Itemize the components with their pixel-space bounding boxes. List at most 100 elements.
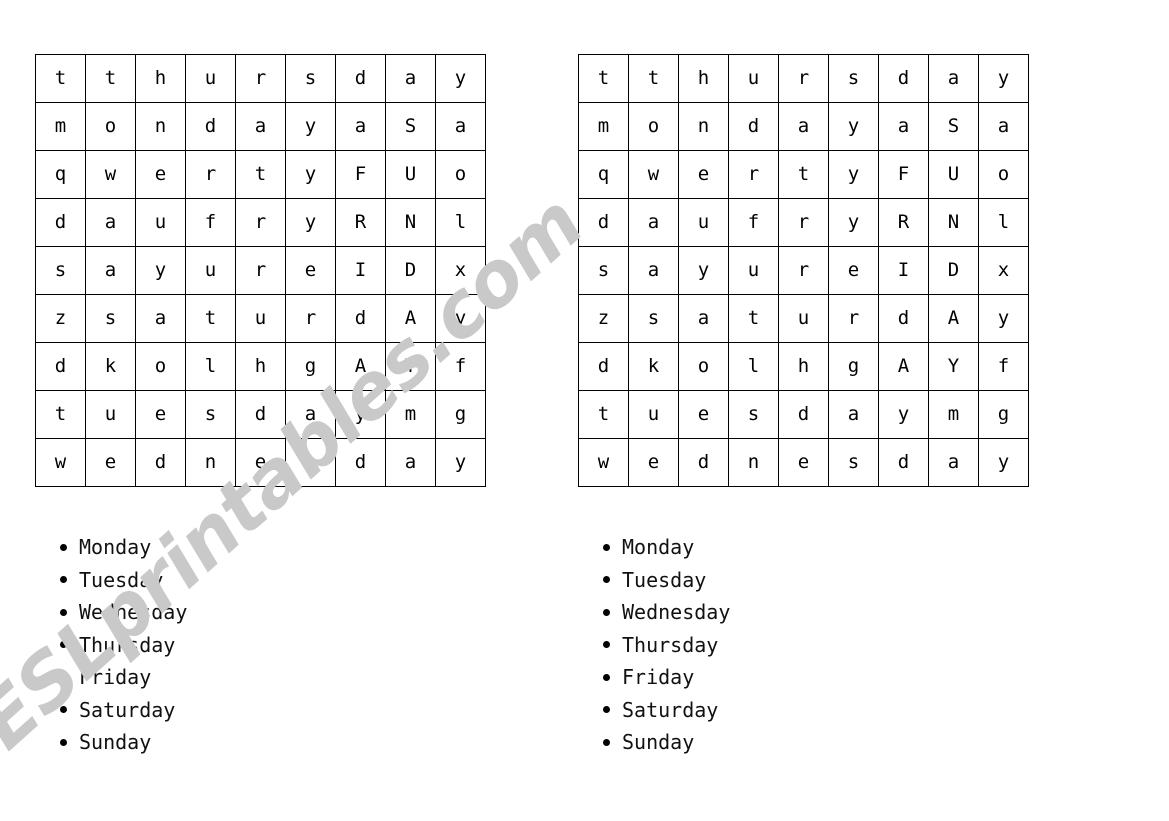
grid-cell[interactable]: a [928, 438, 979, 487]
grid-cell[interactable]: l [185, 342, 236, 391]
grid-cell[interactable]: k [85, 342, 136, 391]
grid-cell[interactable]: N [385, 198, 436, 247]
grid-cell[interactable]: h [235, 342, 286, 391]
grid-cell[interactable]: d [578, 342, 629, 391]
grid-cell[interactable]: y [978, 438, 1029, 487]
grid-cell[interactable]: e [678, 150, 729, 199]
grid-cell[interactable]: w [628, 150, 679, 199]
grid-cell[interactable]: A [878, 342, 929, 391]
grid-cell[interactable]: d [335, 438, 386, 487]
grid-cell[interactable]: a [928, 54, 979, 103]
grid-cell[interactable]: y [978, 294, 1029, 343]
grid-cell[interactable]: r [778, 54, 829, 103]
grid-cell[interactable]: f [978, 342, 1029, 391]
grid-cell[interactable]: g [828, 342, 879, 391]
grid-cell[interactable]: a [135, 294, 186, 343]
grid-cell[interactable]: I [878, 246, 929, 295]
grid-cell[interactable]: a [435, 102, 486, 151]
grid-cell[interactable]: z [35, 294, 86, 343]
grid-cell[interactable]: D [928, 246, 979, 295]
grid-cell[interactable]: a [235, 102, 286, 151]
grid-cell[interactable]: s [578, 246, 629, 295]
grid-cell[interactable]: q [35, 150, 86, 199]
grid-cell[interactable]: N [928, 198, 979, 247]
grid-cell[interactable]: y [828, 198, 879, 247]
grid-cell[interactable]: Y [928, 342, 979, 391]
grid-cell[interactable]: a [385, 54, 436, 103]
grid-cell[interactable]: e [828, 246, 879, 295]
grid-cell[interactable]: n [135, 102, 186, 151]
grid-cell[interactable]: e [678, 390, 729, 439]
grid-cell[interactable]: u [628, 390, 679, 439]
grid-cell[interactable]: A [385, 294, 436, 343]
grid-cell[interactable]: n [185, 438, 236, 487]
grid-cell[interactable]: y [285, 198, 336, 247]
grid-cell[interactable]: m [928, 390, 979, 439]
grid-cell[interactable]: u [778, 294, 829, 343]
grid-cell[interactable]: z [578, 294, 629, 343]
grid-cell[interactable]: m [578, 102, 629, 151]
grid-cell[interactable]: t [185, 294, 236, 343]
grid-cell[interactable]: d [335, 294, 386, 343]
grid-cell[interactable]: a [385, 438, 436, 487]
grid-cell[interactable]: A [928, 294, 979, 343]
grid-cell[interactable]: s [828, 438, 879, 487]
grid-cell[interactable]: R [878, 198, 929, 247]
grid-cell[interactable]: r [828, 294, 879, 343]
grid-cell[interactable]: a [85, 198, 136, 247]
grid-cell[interactable]: r [285, 294, 336, 343]
grid-cell[interactable]: f [435, 342, 486, 391]
grid-cell[interactable]: t [235, 150, 286, 199]
grid-cell[interactable]: y [878, 390, 929, 439]
grid-cell[interactable]: d [35, 198, 86, 247]
grid-cell[interactable]: d [335, 54, 386, 103]
grid-cell[interactable]: x [435, 246, 486, 295]
grid-cell[interactable]: d [678, 438, 729, 487]
grid-cell[interactable]: d [185, 102, 236, 151]
grid-cell[interactable]: A [335, 342, 386, 391]
grid-cell[interactable]: t [35, 54, 86, 103]
grid-cell[interactable]: g [435, 390, 486, 439]
grid-cell[interactable]: Y [385, 342, 436, 391]
grid-cell[interactable]: a [878, 102, 929, 151]
grid-cell[interactable]: n [678, 102, 729, 151]
grid-cell[interactable]: d [35, 342, 86, 391]
grid-cell[interactable]: l [978, 198, 1029, 247]
grid-cell[interactable]: o [678, 342, 729, 391]
grid-cell[interactable]: o [978, 150, 1029, 199]
grid-cell[interactable]: e [778, 438, 829, 487]
grid-cell[interactable]: a [978, 102, 1029, 151]
grid-cell[interactable]: o [435, 150, 486, 199]
grid-cell[interactable]: y [435, 438, 486, 487]
grid-cell[interactable]: s [85, 294, 136, 343]
grid-cell[interactable]: t [35, 390, 86, 439]
grid-cell[interactable]: r [778, 246, 829, 295]
grid-cell[interactable]: f [185, 198, 236, 247]
grid-cell[interactable]: t [778, 150, 829, 199]
grid-cell[interactable]: o [85, 102, 136, 151]
grid-cell[interactable]: u [185, 54, 236, 103]
grid-cell[interactable]: l [435, 198, 486, 247]
grid-cell[interactable]: e [85, 438, 136, 487]
grid-cell[interactable]: e [235, 438, 286, 487]
grid-cell[interactable]: h [135, 54, 186, 103]
grid-cell[interactable]: y [828, 102, 879, 151]
grid-cell[interactable]: x [978, 246, 1029, 295]
grid-cell[interactable]: r [235, 54, 286, 103]
grid-cell[interactable]: t [578, 390, 629, 439]
grid-cell[interactable]: s [285, 438, 336, 487]
grid-cell[interactable]: d [578, 198, 629, 247]
grid-cell[interactable]: u [235, 294, 286, 343]
grid-cell[interactable]: y [285, 102, 336, 151]
grid-cell[interactable]: t [85, 54, 136, 103]
grid-cell[interactable]: u [728, 54, 779, 103]
grid-cell[interactable]: S [928, 102, 979, 151]
grid-cell[interactable]: s [185, 390, 236, 439]
grid-cell[interactable]: w [35, 438, 86, 487]
grid-cell[interactable]: F [335, 150, 386, 199]
grid-cell[interactable]: y [135, 246, 186, 295]
grid-cell[interactable]: y [978, 54, 1029, 103]
grid-cell[interactable]: g [978, 390, 1029, 439]
grid-cell[interactable]: D [385, 246, 436, 295]
grid-cell[interactable]: k [628, 342, 679, 391]
